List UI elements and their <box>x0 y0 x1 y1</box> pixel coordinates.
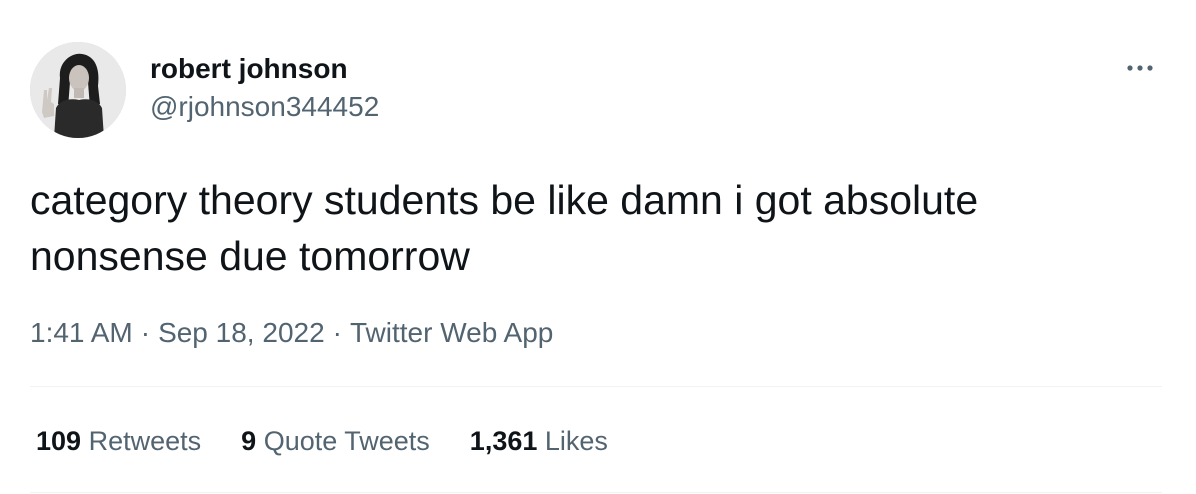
more-options-button[interactable] <box>1118 54 1162 82</box>
likes-count: 1,361 <box>469 426 538 456</box>
divider <box>30 386 1162 387</box>
meta-separator: · <box>140 317 151 348</box>
tweet-stats: 109 Retweets 9 Quote Tweets 1,361 Likes <box>36 424 648 458</box>
tweet-date[interactable]: Sep 18, 2022 <box>158 317 325 348</box>
avatar[interactable] <box>30 42 126 138</box>
likes-label: Likes <box>544 426 608 456</box>
profile-photo-icon <box>30 42 126 138</box>
retweets-count: 109 <box>36 426 82 456</box>
tweet-source[interactable]: Twitter Web App <box>350 317 553 348</box>
quote-tweets-stat[interactable]: 9 Quote Tweets <box>241 424 430 458</box>
retweets-stat[interactable]: 109 Retweets <box>36 424 201 458</box>
likes-stat[interactable]: 1,361 Likes <box>470 424 608 458</box>
more-horizontal-icon <box>1127 65 1153 71</box>
meta-separator: · <box>332 317 342 348</box>
tweet-card: robert johnson @rjohnson344452 category … <box>0 0 1196 494</box>
author-display-name[interactable]: robert johnson <box>150 52 348 86</box>
retweets-label: Retweets <box>88 426 202 456</box>
tweet-text: category theory students be like damn i … <box>30 177 979 279</box>
divider <box>30 492 1162 493</box>
tweet-metadata: 1:41 AM · Sep 18, 2022 · Twitter Web App <box>30 316 553 350</box>
tweet-time[interactable]: 1:41 AM <box>30 317 133 348</box>
quote-tweets-label: Quote Tweets <box>263 426 430 456</box>
quote-tweets-count: 9 <box>241 426 257 456</box>
author-handle[interactable]: @rjohnson344452 <box>150 90 379 124</box>
